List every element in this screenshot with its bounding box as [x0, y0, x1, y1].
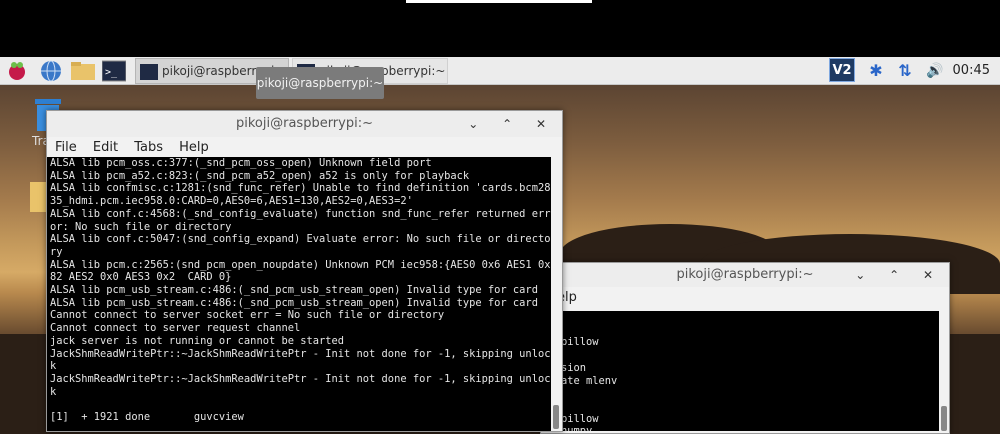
terminal-line: jack server is not running or cannot be …: [50, 334, 345, 347]
terminal-line: ALSA lib pcm_a52.c:823:(_snd_pcm_a52_ope…: [50, 169, 470, 182]
window-menubar: File Edit Tabs Help: [47, 137, 562, 159]
terminal-output[interactable]: ALSA lib pcm_oss.c:377:(_snd_pcm_oss_ope…: [47, 157, 553, 431]
terminal-line: ALSA lib confmisc.c:1281:(snd_func_refer…: [50, 182, 551, 195]
terminal-line: 35_hdmi.pcm.iec958.0:CARD=0,AES0=6,AES1=…: [50, 195, 413, 208]
terminal-launcher-icon[interactable]: >_: [101, 60, 127, 82]
terminal-line: 82 AES2 0x0 AES3 0x2 CARD 0}: [50, 271, 232, 284]
window-controls[interactable]: ⌄ ⌃ ✕: [855, 263, 943, 287]
bluetooth-icon[interactable]: ✱: [866, 60, 886, 82]
window-controls[interactable]: ⌄ ⌃ ✕: [468, 111, 556, 137]
menu-edit[interactable]: Edit: [93, 140, 118, 155]
network-icon[interactable]: ⇅: [893, 60, 917, 82]
terminal-line: ALSA lib pcm.c:2565:(snd_pcm_open_noupda…: [50, 258, 551, 271]
terminal-line: sion: [561, 361, 587, 374]
terminal-line: ALSA lib pcm_usb_stream.c:486:(_snd_pcm_…: [50, 284, 538, 297]
terminal-line: [1] + 1921 done guvcview: [50, 411, 244, 424]
terminal-icon: [140, 63, 158, 80]
browser-globe-icon[interactable]: [40, 60, 62, 82]
taskbar: >_ pikoji@raspberrypi:~ pikoji@raspberry…: [0, 57, 1000, 85]
window-titlebar[interactable]: pikoji@raspberrypi:~ ⌄ ⌃ ✕: [541, 263, 949, 287]
menu-tabs[interactable]: Tabs: [134, 140, 163, 155]
terminal-line: numpy: [561, 425, 949, 431]
vnc-server-icon[interactable]: V2: [829, 58, 855, 82]
terminal-window-main: pikoji@raspberrypi:~ ⌄ ⌃ ✕ File Edit Tab…: [46, 110, 563, 432]
terminal-line: ate mlenv: [561, 374, 618, 387]
terminal-line: pillow: [561, 412, 599, 425]
terminal-line: k: [50, 360, 57, 373]
window-title: pikoji@raspberrypi:~: [676, 267, 814, 282]
scrollbar-thumb[interactable]: [553, 405, 559, 429]
raspberry-menu-icon[interactable]: [6, 60, 28, 82]
terminal-line: JackShmReadWritePtr::~JackShmReadWritePt…: [50, 372, 551, 385]
clock[interactable]: 00:45: [953, 57, 990, 84]
terminal-line: pillow: [561, 336, 599, 349]
task-tooltip: pikoji@raspberrypi:~: [256, 67, 384, 99]
terminal-line: Cannot connect to server socket err = No…: [50, 309, 445, 322]
terminal-line: or: No such file or directory: [50, 220, 232, 233]
menu-file[interactable]: File: [55, 140, 77, 155]
terminal-output[interactable]: pillow sionate mlenv pillownumpyPillow: [549, 311, 949, 431]
window-menubar: elp: [541, 287, 949, 309]
terminal-line: ALSA lib pcm_oss.c:377:(_snd_pcm_oss_ope…: [50, 157, 432, 169]
top-white-strip: [406, 0, 592, 3]
terminal-line: ALSA lib conf.c:4568:(_snd_config_evalua…: [50, 207, 551, 220]
menu-help[interactable]: Help: [179, 140, 209, 155]
terminal-scrollbar[interactable]: [939, 311, 949, 433]
terminal-line: ry: [50, 245, 63, 258]
volume-icon[interactable]: 🔊: [922, 60, 948, 82]
window-titlebar[interactable]: pikoji@raspberrypi:~ ⌄ ⌃ ✕: [47, 111, 562, 137]
terminal-line: ALSA lib pcm_usb_stream.c:486:(_snd_pcm_…: [50, 296, 538, 309]
file-manager-folder-icon[interactable]: [70, 60, 96, 82]
terminal-line: ALSA lib conf.c:5047:(snd_config_expand)…: [50, 233, 551, 246]
terminal-scrollbar[interactable]: [551, 157, 562, 431]
window-title: pikoji@raspberrypi:~: [236, 116, 373, 131]
terminal-line: Cannot connect to server request channel: [50, 322, 301, 335]
terminal-line: JackShmReadWritePtr::~JackShmReadWritePt…: [50, 347, 551, 360]
terminal-line: k: [50, 385, 57, 398]
svg-text:>_: >_: [105, 67, 118, 78]
scrollbar-thumb[interactable]: [941, 406, 947, 431]
terminal-window-secondary: pikoji@raspberrypi:~ ⌄ ⌃ ✕ elp pillow si…: [540, 262, 950, 434]
top-black-bar: [0, 0, 1000, 57]
